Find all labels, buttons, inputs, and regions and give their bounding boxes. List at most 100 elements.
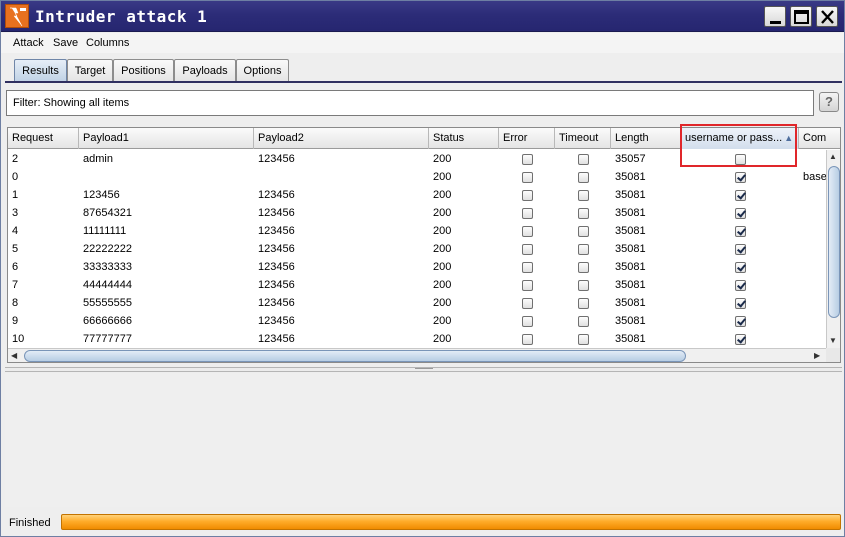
cell-length: 35081 — [615, 207, 646, 219]
cell-length: 35081 — [615, 315, 646, 327]
cell-status: 200 — [433, 261, 452, 273]
cell-comment — [799, 258, 803, 276]
cell-payload2: 123456 — [258, 315, 295, 327]
checkbox-error — [522, 316, 533, 327]
checkbox-match — [735, 262, 746, 273]
tab-divider — [5, 81, 842, 83]
table-row[interactable]: 5 22222222 123456 200 35081 — [8, 240, 826, 258]
minimize-button[interactable] — [764, 6, 786, 27]
column-header-timeout[interactable]: Timeout — [555, 128, 611, 149]
cell-comment — [799, 186, 803, 204]
status-text: Finished — [9, 517, 51, 529]
cell-payload1: 55555555 — [83, 297, 132, 309]
column-header-status[interactable]: Status — [429, 128, 499, 149]
cell-comment — [799, 150, 803, 168]
table-row[interactable]: 7 44444444 123456 200 35081 — [8, 276, 826, 294]
tab-positions[interactable]: Positions — [113, 59, 174, 83]
cell-status: 200 — [433, 225, 452, 237]
cell-payload1: admin — [83, 153, 113, 165]
cell-payload2: 123456 — [258, 207, 295, 219]
checkbox-match — [735, 208, 746, 219]
column-header-payload2[interactable]: Payload2 — [254, 128, 429, 149]
vertical-scroll-thumb[interactable] — [828, 166, 840, 318]
cell-payload2: 123456 — [258, 189, 295, 201]
column-header-username-or-pass[interactable]: username or pass... ▲ — [681, 128, 799, 149]
splitter-grip-icon[interactable] — [415, 368, 433, 370]
column-header-request[interactable]: Request — [8, 128, 79, 149]
column-header-comment[interactable]: Com — [799, 128, 840, 149]
column-header-username-label: username or pass... — [685, 132, 783, 144]
checkbox-timeout — [578, 208, 589, 219]
cell-payload1: 33333333 — [83, 261, 132, 273]
column-header-payload1[interactable]: Payload1 — [79, 128, 254, 149]
cell-length: 35081 — [615, 297, 646, 309]
menu-bar: Attack Save Columns — [1, 33, 844, 53]
tab-payloads[interactable]: Payloads — [174, 59, 236, 83]
table-row[interactable]: 2 admin 123456 200 35057 — [8, 150, 826, 168]
scroll-down-icon[interactable]: ▼ — [829, 336, 837, 345]
checkbox-timeout — [578, 244, 589, 255]
tab-options[interactable]: Options — [236, 59, 289, 83]
scroll-left-icon[interactable]: ◀ — [11, 351, 17, 360]
cell-length: 35081 — [615, 279, 646, 291]
column-header-length[interactable]: Length — [611, 128, 681, 149]
menu-columns[interactable]: Columns — [86, 37, 129, 49]
cell-comment — [799, 294, 803, 312]
checkbox-error — [522, 298, 533, 309]
progress-bar — [61, 514, 841, 530]
tab-target[interactable]: Target — [67, 59, 113, 83]
checkbox-match — [735, 316, 746, 327]
checkbox-error — [522, 262, 533, 273]
filter-bar[interactable]: Filter: Showing all items — [6, 90, 814, 116]
cell-status: 200 — [433, 171, 452, 183]
cell-length: 35081 — [615, 261, 646, 273]
close-button[interactable] — [816, 6, 838, 27]
table-row[interactable]: 0 200 35081 base — [8, 168, 826, 186]
cell-payload2: 123456 — [258, 243, 295, 255]
table-row[interactable]: 10 77777777 123456 200 35081 — [8, 330, 826, 348]
menu-attack[interactable]: Attack — [13, 37, 44, 49]
cell-payload1: 11111111 — [83, 225, 127, 237]
checkbox-match — [735, 226, 746, 237]
checkbox-match — [735, 190, 746, 201]
cell-comment — [799, 330, 803, 348]
horizontal-scrollbar[interactable]: ◀ ▶ — [8, 348, 826, 362]
table-row[interactable]: 8 55555555 123456 200 35081 — [8, 294, 826, 312]
checkbox-timeout — [578, 172, 589, 183]
checkbox-timeout — [578, 262, 589, 273]
table-row[interactable]: 3 87654321 123456 200 35081 — [8, 204, 826, 222]
vertical-scrollbar[interactable]: ▲ ▼ — [826, 150, 840, 348]
scroll-corner — [826, 348, 840, 362]
cell-length: 35081 — [615, 243, 646, 255]
menu-save[interactable]: Save — [53, 37, 78, 49]
table-row[interactable]: 4 11111111 123456 200 35081 — [8, 222, 826, 240]
cell-payload1: 77777777 — [83, 333, 132, 345]
table-row[interactable]: 6 33333333 123456 200 35081 — [8, 258, 826, 276]
tab-strip: Results Target Positions Payloads Option… — [1, 54, 844, 84]
tab-results[interactable]: Results — [14, 59, 67, 83]
sort-ascending-icon: ▲ — [784, 133, 794, 143]
cell-status: 200 — [433, 243, 452, 255]
scroll-up-icon[interactable]: ▲ — [829, 152, 837, 161]
cell-payload2: 123456 — [258, 279, 295, 291]
maximize-button[interactable] — [790, 6, 812, 27]
cell-comment — [799, 312, 803, 330]
table-row[interactable]: 9 66666666 123456 200 35081 — [8, 312, 826, 330]
cell-request: 7 — [12, 279, 19, 291]
horizontal-scroll-thumb[interactable] — [24, 350, 686, 362]
pane-splitter[interactable] — [5, 367, 842, 372]
results-table: Request Payload1 Payload2 Status Error T… — [7, 127, 841, 363]
cell-payload2: 123456 — [258, 333, 295, 345]
column-header-error[interactable]: Error — [499, 128, 555, 149]
table-row[interactable]: 1 123456 123456 200 35081 — [8, 186, 826, 204]
help-button[interactable]: ? — [819, 92, 839, 112]
checkbox-timeout — [578, 298, 589, 309]
checkbox-match — [735, 280, 746, 291]
cell-status: 200 — [433, 189, 452, 201]
checkbox-match — [735, 298, 746, 309]
title-bar[interactable]: Intruder attack 1 — [1, 1, 844, 32]
scroll-right-icon[interactable]: ▶ — [814, 351, 820, 360]
cell-payload1: 66666666 — [83, 315, 132, 327]
cell-status: 200 — [433, 153, 452, 165]
cell-request: 4 — [12, 225, 19, 237]
